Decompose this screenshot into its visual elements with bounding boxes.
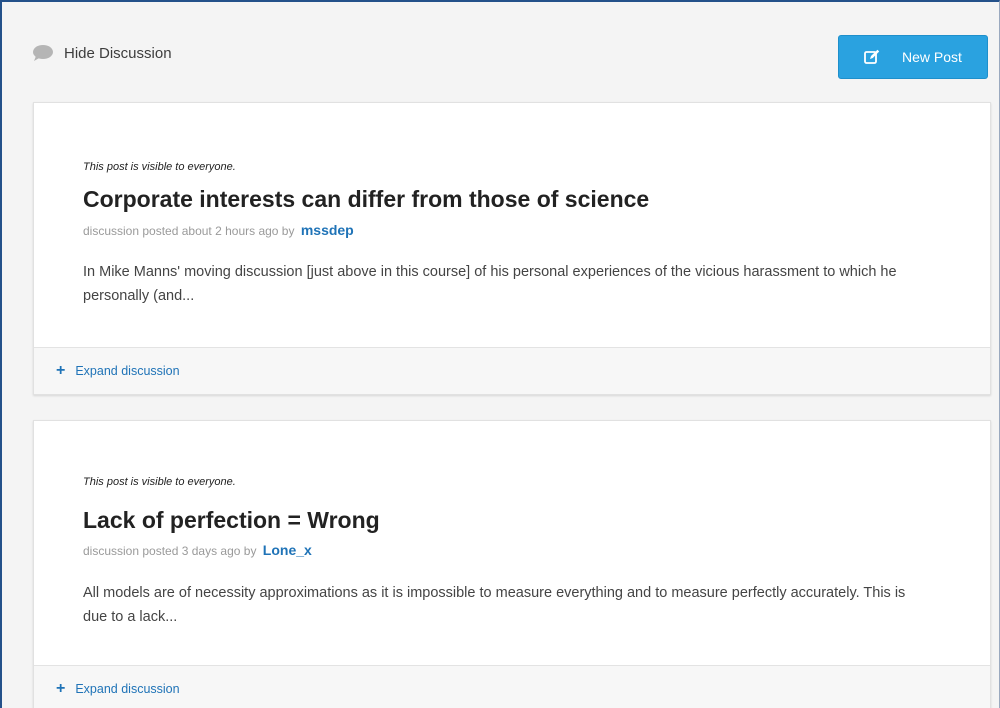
post-visibility-note: This post is visible to everyone. [83, 161, 236, 173]
edit-icon [864, 49, 880, 65]
plus-icon: + [56, 362, 66, 379]
post-visibility-note: This post is visible to everyone. [83, 476, 236, 488]
post-author-link[interactable]: Lone_x [263, 542, 312, 558]
expand-discussion-button[interactable]: + Expand discussion [34, 347, 990, 394]
discussion-post: This post is visible to everyone. Corpor… [33, 102, 991, 395]
new-post-button[interactable]: New Post [838, 35, 988, 79]
expand-discussion-button[interactable]: + Expand discussion [34, 665, 990, 708]
post-excerpt: All models are of necessity approximatio… [83, 585, 906, 625]
plus-icon: + [56, 680, 66, 697]
hide-discussion-toggle[interactable]: Hide Discussion [32, 44, 172, 62]
expand-discussion-label: Expand discussion [75, 682, 180, 696]
post-meta-text: discussion posted about 2 hours ago by [83, 224, 295, 238]
speech-bubble-icon [32, 44, 54, 62]
post-meta: discussion posted 3 days ago by Lone_x [83, 542, 312, 558]
new-post-label: New Post [902, 49, 962, 65]
hide-discussion-label: Hide Discussion [64, 44, 172, 62]
discussion-post: This post is visible to everyone. Lack o… [33, 420, 991, 708]
post-meta: discussion posted about 2 hours ago by m… [83, 222, 354, 238]
discussion-panel: Hide Discussion New Post This post is vi… [0, 0, 1000, 708]
discussion-toolbar: Hide Discussion New Post [2, 2, 999, 92]
expand-discussion-label: Expand discussion [75, 364, 180, 378]
post-author-link[interactable]: mssdep [301, 222, 354, 238]
post-meta-text: discussion posted 3 days ago by [83, 544, 257, 558]
post-title[interactable]: Corporate interests can differ from thos… [83, 186, 649, 213]
post-title[interactable]: Lack of perfection = Wrong [83, 507, 380, 534]
post-excerpt: In Mike Manns' moving discussion [just a… [83, 264, 897, 304]
